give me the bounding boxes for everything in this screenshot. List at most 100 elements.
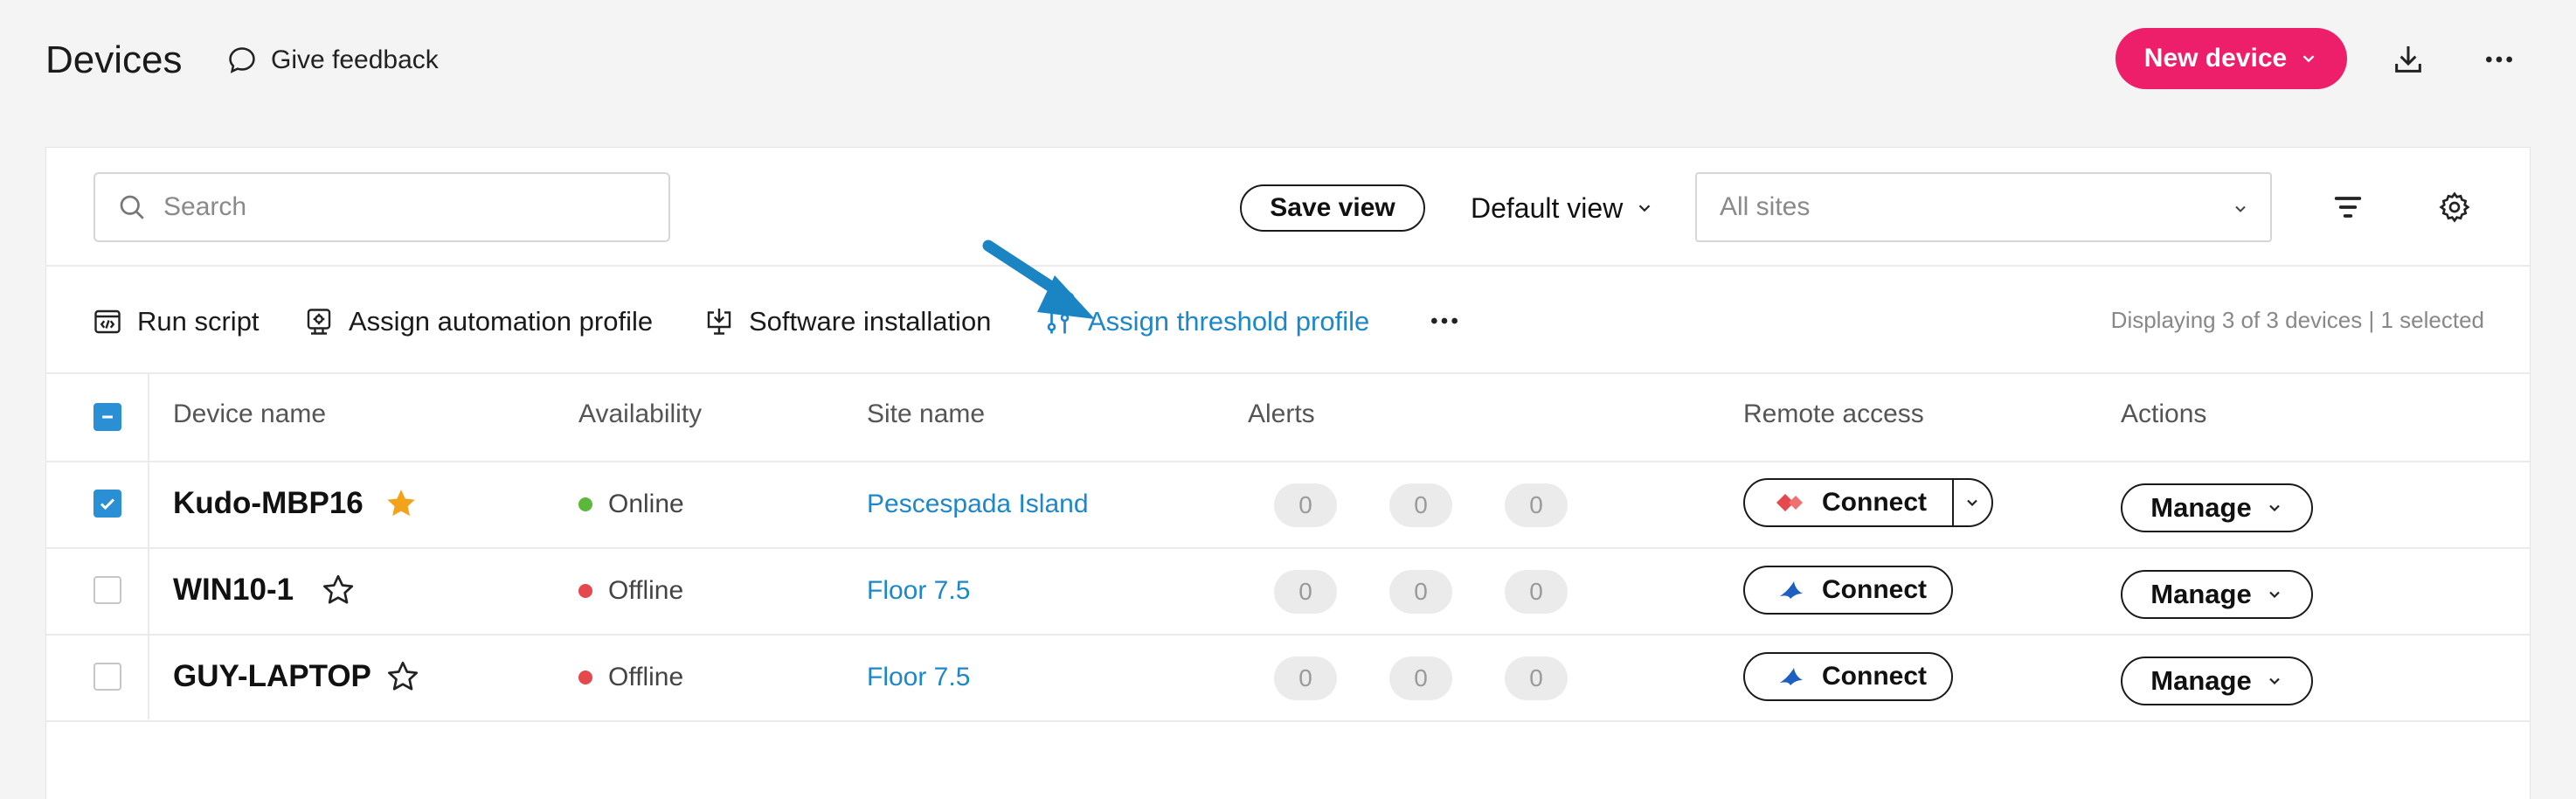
sites-select[interactable]: All sites [1695, 172, 2272, 242]
device-name[interactable]: GUY-LAPTOP [173, 659, 371, 694]
connect-button-content: Connect [1745, 567, 1927, 613]
splashtop-icon [1780, 668, 1803, 685]
chevron-down-icon [2302, 55, 2315, 63]
divider [46, 265, 2530, 267]
manage-label: Manage [2150, 665, 2252, 696]
chevron-down-icon [2268, 504, 2280, 512]
search-box[interactable] [93, 172, 670, 242]
more-actions-button[interactable] [1423, 303, 1465, 338]
table-row[interactable]: GUY-LAPTOP Offline Floor 7.5 0 0 0 Conne… [46, 635, 2530, 720]
default-view-label: Default view [1471, 191, 1624, 224]
new-device-label: New device [2143, 44, 2288, 73]
alert-count-pill[interactable]: 0 [1389, 483, 1452, 527]
device-name[interactable]: Kudo-MBP16 [173, 486, 364, 521]
filter-button[interactable] [2327, 186, 2369, 228]
more-options-button[interactable] [2478, 38, 2520, 80]
assign-threshold-label: Assign threshold profile [1088, 306, 1370, 337]
sites-select-value: All sites [1720, 192, 1811, 221]
column-header-alerts: Alerts [1248, 400, 1315, 428]
indeterminate-icon [102, 415, 113, 419]
pointer-arrow-icon [982, 240, 1095, 319]
site-link[interactable]: Floor 7.5 [867, 663, 970, 692]
table-row[interactable]: Kudo-MBP16 Online Pescespada Island 0 0 … [46, 462, 2530, 547]
connect-button[interactable]: Connect [1745, 480, 1952, 525]
column-header-device-name[interactable]: Device name [173, 400, 326, 429]
alert-count-pill[interactable]: 0 [1505, 483, 1568, 527]
manage-label: Manage [2150, 492, 2252, 523]
star-outline-icon[interactable] [385, 659, 420, 694]
give-feedback-button[interactable]: Give feedback [225, 44, 439, 77]
column-header-site-name[interactable]: Site name [867, 400, 985, 429]
connect-button[interactable]: Connect [1743, 652, 1953, 701]
availability-status: Offline [578, 576, 683, 606]
run-script-label: Run script [137, 306, 260, 337]
site-link[interactable]: Floor 7.5 [867, 576, 970, 606]
star-filled-icon[interactable] [384, 486, 419, 521]
search-icon [120, 195, 144, 219]
availability-label: Online [608, 490, 684, 518]
site-link[interactable]: Pescespada Island [867, 490, 1089, 519]
settings-button[interactable] [2434, 186, 2476, 228]
download-icon [2395, 46, 2421, 73]
alert-count-pill[interactable]: 0 [1274, 657, 1337, 700]
row-checkbox[interactable] [93, 663, 121, 691]
install-icon [707, 309, 731, 335]
run-script-action[interactable]: Run script [92, 300, 260, 344]
save-view-button[interactable]: Save view [1240, 184, 1425, 232]
connect-label: Connect [1822, 662, 1927, 691]
column-header-actions: Actions [2121, 400, 2207, 428]
connect-options-button[interactable] [1951, 480, 1991, 525]
row-checkbox[interactable] [93, 490, 121, 518]
connect-label: Connect [1822, 575, 1927, 604]
alert-count-pill[interactable]: 0 [1274, 483, 1337, 527]
chat-bubble-icon [229, 47, 255, 73]
connect-button[interactable]: Connect [1743, 566, 1953, 615]
column-header-availability[interactable]: Availability [578, 400, 702, 429]
connect-label: Connect [1822, 488, 1927, 517]
alert-count-pill[interactable]: 0 [1505, 570, 1568, 614]
download-button[interactable] [2387, 38, 2429, 80]
splashtop-icon [1780, 581, 1803, 599]
devices-panel: Save view Default view All sites Run scr… [45, 147, 2531, 799]
star-outline-icon[interactable] [321, 573, 356, 608]
alert-count-pill[interactable]: 0 [1505, 657, 1568, 700]
availability-status: Online [578, 490, 684, 519]
chevron-down-icon [1639, 205, 1651, 212]
alert-count-pill[interactable]: 0 [1389, 657, 1452, 700]
page-title: Devices [45, 38, 183, 81]
assign-automation-label: Assign automation profile [349, 306, 654, 337]
new-device-button[interactable]: New device [2116, 28, 2347, 89]
manage-dropdown-button[interactable]: Manage [2121, 657, 2313, 705]
script-icon [94, 309, 121, 334]
automation-profile-icon [307, 309, 331, 335]
connect-button-content: Connect [1745, 654, 1927, 699]
offline-dot-icon [578, 670, 592, 684]
software-installation-action[interactable]: Software installation [703, 300, 991, 344]
default-view-dropdown[interactable]: Default view [1471, 186, 1654, 230]
more-horizontal-icon [1431, 317, 1458, 324]
filter-icon [2334, 197, 2362, 218]
availability-label: Offline [608, 576, 684, 605]
manage-dropdown-button[interactable]: Manage [2121, 570, 2313, 619]
select-all-checkbox[interactable] [93, 403, 121, 431]
manage-label: Manage [2150, 579, 2252, 609]
table-row[interactable]: WIN10-1 Offline Floor 7.5 0 0 0 Connect … [46, 548, 2530, 634]
give-feedback-label: Give feedback [271, 45, 439, 74]
alert-count-pill[interactable]: 0 [1274, 570, 1337, 614]
offline-dot-icon [578, 584, 592, 598]
availability-status: Offline [578, 663, 683, 692]
software-installation-label: Software installation [749, 306, 992, 337]
chevron-down-icon [2268, 677, 2280, 685]
checkmark-icon [100, 498, 115, 511]
assign-automation-action[interactable]: Assign automation profile [303, 300, 653, 344]
chevron-down-icon [1967, 499, 1978, 507]
row-checkbox[interactable] [93, 576, 121, 604]
table-header: Device name Availability Site name Alert… [46, 373, 2530, 461]
page-header: Devices Give feedback New device [0, 0, 2576, 131]
divider [46, 720, 2530, 722]
manage-dropdown-button[interactable]: Manage [2121, 483, 2313, 532]
device-name[interactable]: WIN10-1 [173, 573, 294, 608]
alert-count-pill[interactable]: 0 [1389, 570, 1452, 614]
search-input[interactable] [163, 192, 635, 222]
gear-icon [2439, 191, 2470, 223]
